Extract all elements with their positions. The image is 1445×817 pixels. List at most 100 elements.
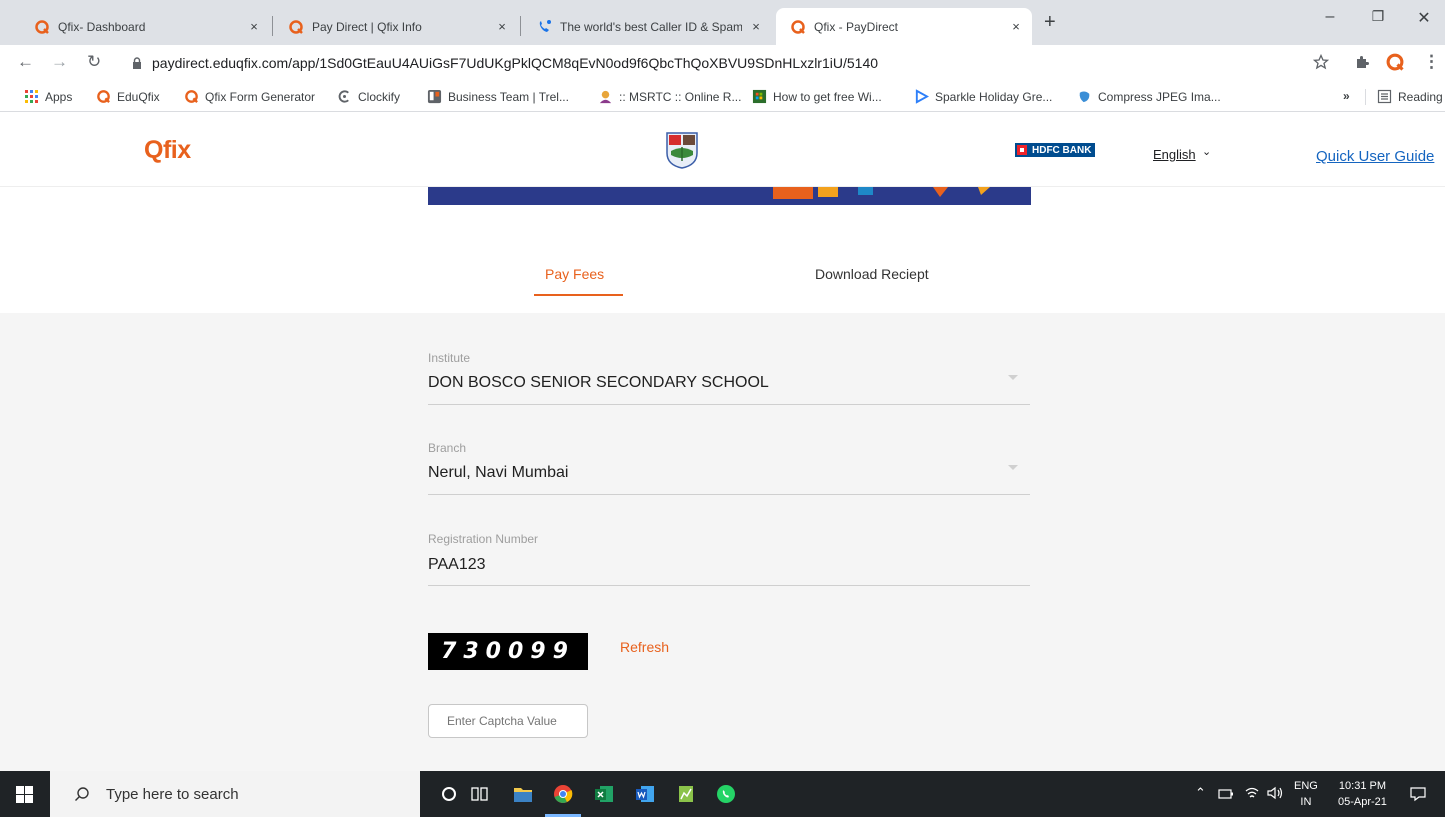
window-close-button[interactable]: ✕ — [1404, 8, 1444, 28]
wifi-icon[interactable] — [1244, 786, 1260, 800]
bookmark-sparkle-holiday[interactable]: Sparkle Holiday Gre... — [914, 89, 1052, 104]
word-icon[interactable] — [635, 784, 655, 804]
close-icon[interactable]: × — [494, 19, 510, 34]
reading-list-icon — [1377, 89, 1392, 104]
chevron-down-icon[interactable]: ⌄ — [1202, 145, 1211, 158]
qfix-favicon-icon — [185, 90, 198, 103]
bookmark-label: Sparkle Holiday Gre... — [935, 89, 1053, 104]
close-icon[interactable]: × — [748, 19, 764, 34]
qfix-logo[interactable]: Qfix — [144, 136, 191, 165]
msrtc-icon — [599, 90, 612, 104]
forward-arrow-icon[interactable]: → — [51, 52, 68, 72]
windows-start-icon[interactable] — [16, 786, 33, 803]
whatsapp-icon[interactable] — [716, 784, 736, 804]
close-icon[interactable]: × — [246, 19, 262, 34]
active-tab-indicator — [534, 294, 623, 296]
captcha-refresh-link[interactable]: Refresh — [620, 639, 669, 655]
address-bar[interactable]: paydirect.eduqfix.com/app/1Sd0GtEauU4AUi… — [118, 49, 1288, 77]
tab-title: Pay Direct | Qfix Info — [312, 19, 422, 34]
tab-download-receipt[interactable]: Download Reciept — [815, 266, 929, 282]
clock-date: 05-Apr-21 — [1338, 796, 1387, 808]
notepad-chart-icon[interactable] — [676, 784, 696, 804]
star-icon[interactable] — [1313, 54, 1329, 70]
reading-list-button[interactable]: Reading list — [1377, 89, 1445, 104]
bookmark-compress-jpeg[interactable]: Compress JPEG Ima... — [1077, 89, 1221, 104]
trello-icon — [427, 89, 442, 104]
tab-title: Qfix - PayDirect — [814, 19, 899, 34]
chevron-up-icon[interactable]: ⌃ — [1195, 785, 1206, 801]
bookmark-label: Business Team | Trel... — [448, 89, 569, 104]
windows-store-icon — [752, 89, 767, 104]
windows-taskbar: Type here to search ⌃ ENG IN 10:31 PM 05… — [0, 771, 1445, 817]
more-bookmarks-button[interactable]: » — [1343, 89, 1350, 103]
input-language-indicator[interactable]: ENG IN — [1294, 778, 1318, 810]
tab-title: The world's best Caller ID & Spam — [560, 19, 742, 34]
bookmark-divider — [1365, 89, 1366, 105]
browser-tab-active[interactable]: Qfix - PayDirect × — [776, 8, 1032, 45]
bookmark-clockify[interactable]: Clockify — [337, 89, 400, 104]
qfix-favicon-icon — [97, 90, 110, 103]
bookmark-free-wifi[interactable]: How to get free Wi... — [752, 89, 882, 104]
bookmark-qfix-form-generator[interactable]: Qfix Form Generator — [184, 89, 315, 104]
promo-banner — [428, 187, 1031, 205]
cortana-circle-icon[interactable] — [441, 786, 457, 802]
taskbar-search-box[interactable]: Type here to search — [50, 771, 420, 817]
branch-select[interactable]: Nerul, Navi Mumbai — [428, 464, 568, 482]
qfix-logo-text: Qfix — [144, 136, 191, 164]
bookmark-label: EduQfix — [117, 89, 160, 104]
dropdown-caret-icon[interactable] — [1008, 375, 1018, 380]
bookmark-eduqfix[interactable]: EduQfix — [96, 89, 160, 104]
hdfc-square-icon — [1017, 145, 1027, 155]
battery-icon[interactable] — [1218, 787, 1234, 801]
kebab-menu-icon[interactable]: ⋮ — [1423, 52, 1440, 72]
minimize-button[interactable]: – — [1310, 8, 1350, 26]
quick-user-guide-link[interactable]: Quick User Guide — [1316, 148, 1434, 165]
lang-code: ENG — [1294, 780, 1318, 792]
institute-select[interactable]: DON BOSCO SENIOR SECONDARY SCHOOL — [428, 374, 769, 392]
dropdown-caret-icon[interactable] — [1008, 465, 1018, 470]
file-explorer-icon[interactable] — [513, 785, 533, 803]
close-icon[interactable]: × — [1008, 19, 1024, 34]
url-text: paydirect.eduqfix.com/app/1Sd0GtEauU4AUi… — [152, 55, 879, 71]
search-icon — [75, 787, 89, 801]
reload-icon[interactable]: ↻ — [87, 52, 101, 72]
bookmark-trello[interactable]: Business Team | Trel... — [427, 89, 569, 104]
institute-underline — [428, 404, 1030, 405]
bookmark-apps[interactable]: Apps — [24, 89, 72, 104]
browser-tab[interactable]: Pay Direct | Qfix Info × — [274, 8, 518, 45]
branch-underline — [428, 494, 1030, 495]
apps-grid-icon — [25, 90, 38, 103]
payment-form: Institute DON BOSCO SENIOR SECONDARY SCH… — [0, 313, 1445, 771]
captcha-image: 730099 — [428, 633, 588, 670]
bookmark-msrtc[interactable]: :: MSRTC :: Online R... — [598, 89, 741, 104]
extensions-puzzle-icon[interactable] — [1354, 54, 1370, 70]
system-clock[interactable]: 10:31 PM 05-Apr-21 — [1338, 778, 1387, 810]
excel-icon[interactable] — [594, 784, 614, 804]
restore-button[interactable]: ❐ — [1358, 8, 1398, 25]
volume-icon[interactable] — [1266, 786, 1284, 800]
reading-list-label: Reading list — [1398, 89, 1445, 104]
branch-label: Branch — [428, 441, 467, 455]
notifications-icon[interactable] — [1410, 786, 1426, 802]
language-selector[interactable]: English — [1153, 147, 1196, 162]
tab-divider — [272, 16, 273, 36]
clock-time: 10:31 PM — [1338, 780, 1386, 792]
registration-number-input[interactable]: PAA123 — [428, 556, 486, 574]
bookmark-label: Apps — [45, 89, 73, 104]
lock-icon — [133, 57, 141, 69]
browser-tab[interactable]: Qfix- Dashboard × — [20, 8, 270, 45]
task-view-icon[interactable] — [471, 786, 489, 802]
banner-graphic — [773, 187, 990, 199]
back-arrow-icon[interactable]: ← — [17, 52, 34, 72]
registration-underline — [428, 585, 1030, 586]
chrome-icon[interactable] — [553, 784, 573, 804]
new-tab-button[interactable]: + — [1044, 11, 1056, 34]
browser-tab[interactable]: The world's best Caller ID & Spam × — [522, 8, 772, 45]
institute-label: Institute — [428, 351, 471, 365]
hdfc-bank-logo: HDFC BANK — [1015, 143, 1096, 157]
tab-pay-fees[interactable]: Pay Fees — [545, 266, 604, 282]
qfix-extension-icon[interactable] — [1385, 52, 1405, 72]
school-crest-icon — [666, 132, 698, 169]
bookmark-label: :: MSRTC :: Online R... — [619, 89, 742, 104]
captcha-input[interactable] — [428, 704, 588, 738]
